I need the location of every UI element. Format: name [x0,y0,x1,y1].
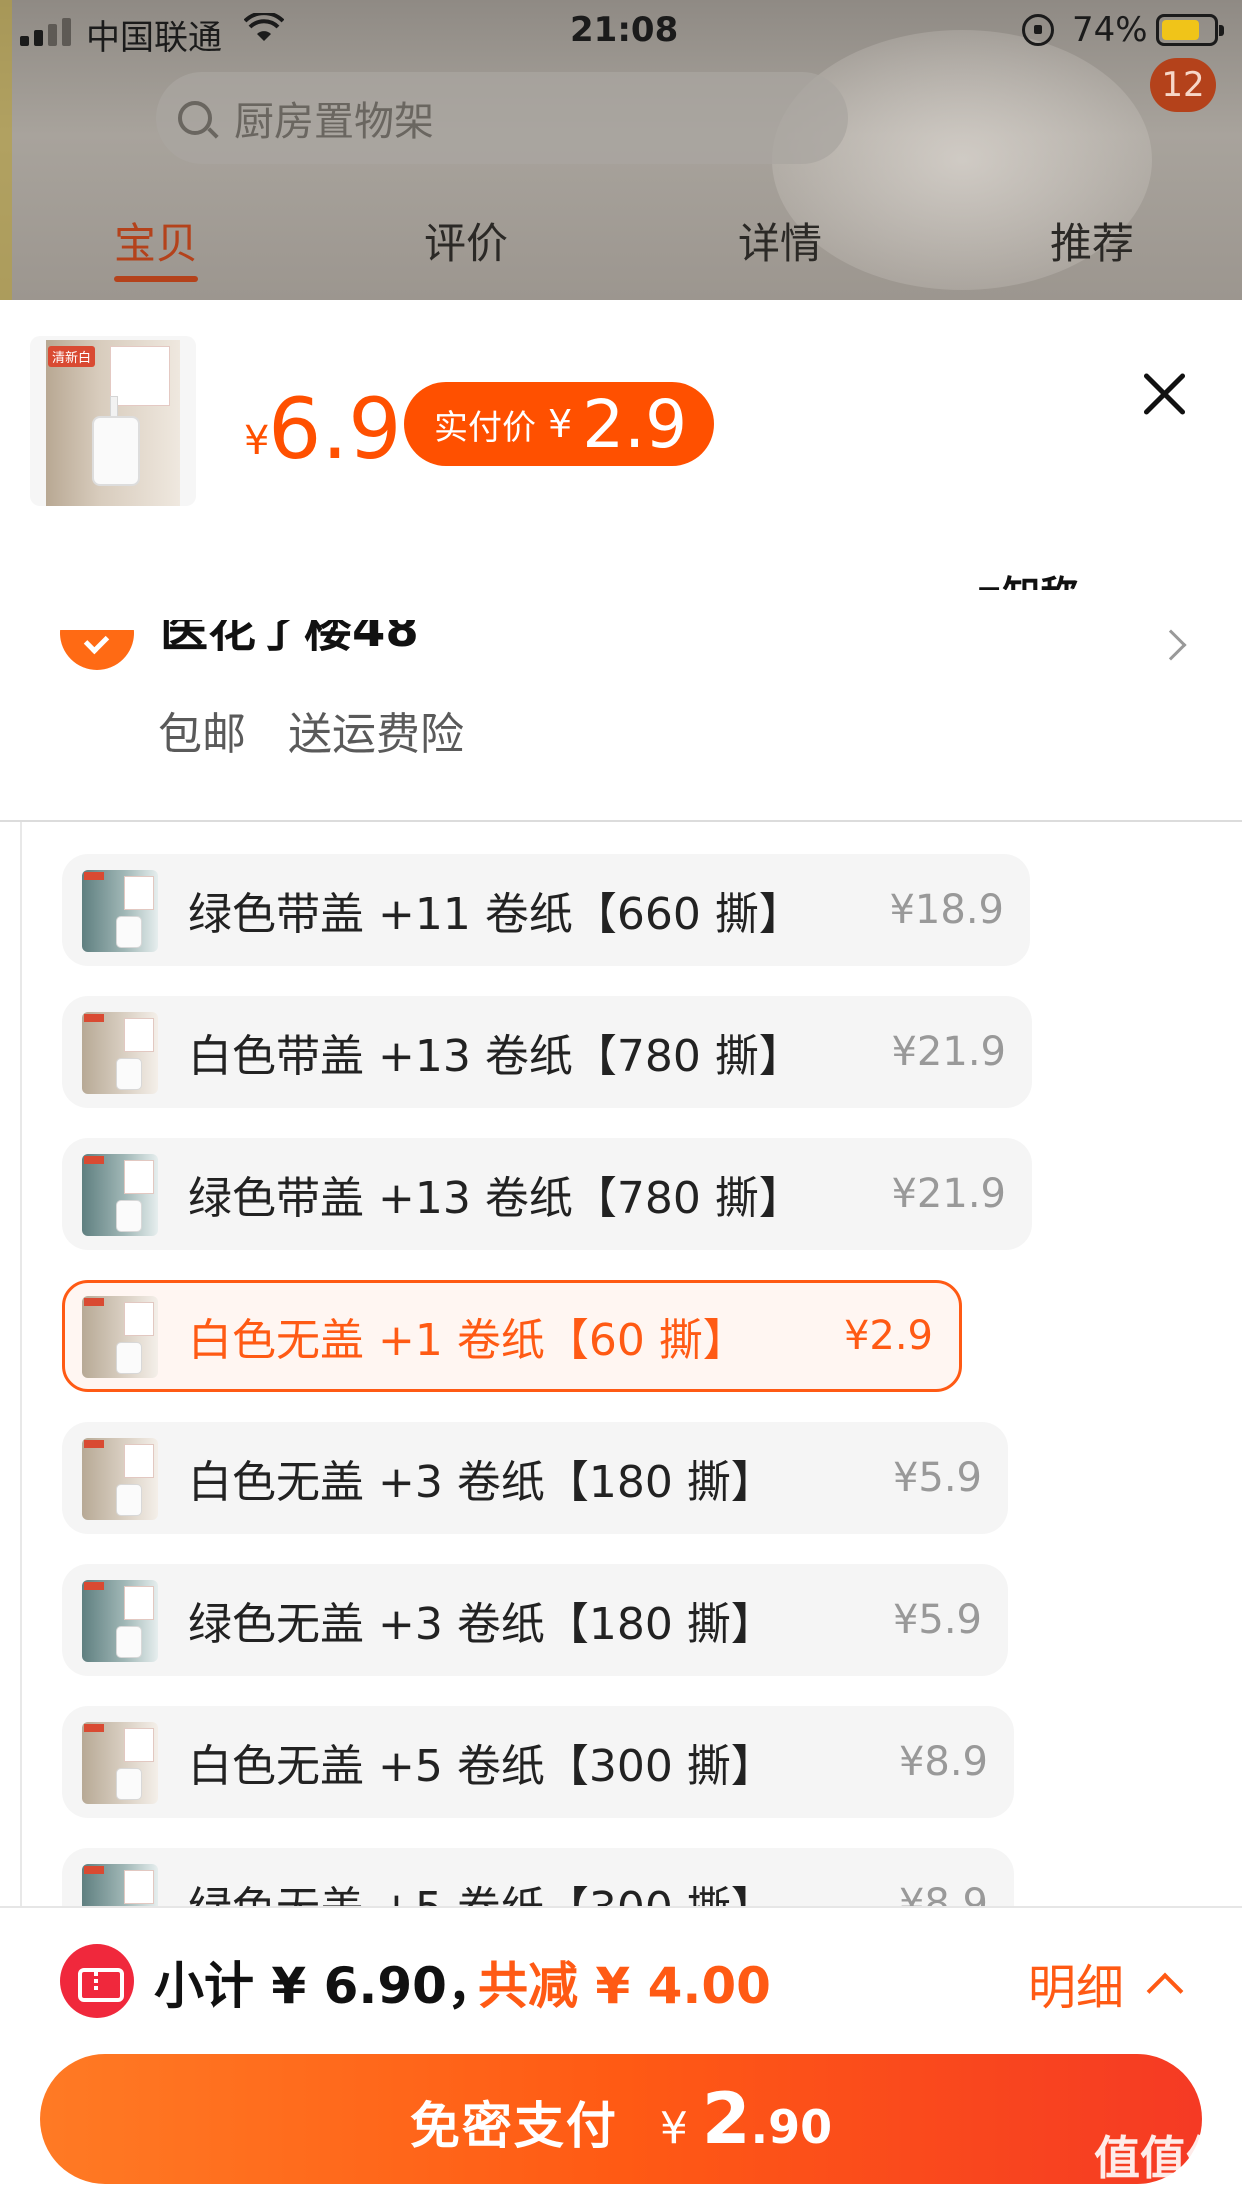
product-image-backdrop: 中国联通 21:08 74% 厨房置物架 12 宝贝 评价 详情 推荐 [0,0,1242,300]
real-price-label: 实付价 [434,407,536,448]
option-label: 绿色带盖 +11 卷纸【660 撕】 [188,889,803,940]
sku-option-selected[interactable]: 白色无盖 +1 卷纸【60 撕】 ¥2.9 [62,1280,962,1392]
location-check-icon [60,630,134,670]
product-thumbnail[interactable]: 清新白 [30,336,196,506]
real-price-value: 2.9 [582,385,688,463]
close-icon[interactable] [1140,370,1188,418]
option-thumbnail [82,1864,158,1906]
option-label: 白色带盖 +13 卷纸【780 撕】 [188,1031,803,1082]
option-label: 绿色无盖 +3 卷纸【180 撕】 [188,1599,775,1650]
option-label: 白色无盖 +3 卷纸【180 撕】 [188,1457,775,1508]
price-currency: ¥ [244,418,270,464]
signal-strength-icon [20,16,71,46]
chevron-up-icon[interactable] [1146,1972,1184,2010]
watermark-logo: 值值值 [1094,2131,1232,2185]
checkout-bar: 小计 ¥ 6.90， 共减 ¥ 4.00 明细 免密支付 ¥ 2 .90 [0,1906,1242,2208]
product-price: 6.9 [268,380,402,478]
option-thumbnail [82,1722,158,1804]
free-shipping-tag: 包邮 [158,709,246,760]
battery-icon [1156,14,1224,46]
option-price: ¥8.9 [898,1881,988,1906]
option-price: ¥5.9 [892,1597,982,1643]
cart-count-badge[interactable]: 12 [1150,58,1216,112]
battery-percent: 74% [1072,10,1148,50]
option-label: 绿色无盖 +5 卷纸【300 撕】 [188,1872,775,1906]
shipping-tags: 包邮 送运费险 [158,698,492,762]
pay-amount-integer: 2 [701,2078,751,2160]
real-price-currency: ¥ [548,402,573,446]
shipping-address-row[interactable]: 医花了楼48 包邮 送运费险 [0,620,1242,760]
sku-options-list: 绿色带盖 +11 卷纸【660 撕】 ¥18.9 白色带盖 +13 卷纸【780… [20,822,1222,1906]
option-price: ¥8.9 [898,1739,988,1785]
option-thumbnail [82,1296,158,1378]
watermark: 值值值 zhizhizhi.com [1088,2122,1238,2208]
real-price-badge: 实付价 ¥ 2.9 [404,382,714,466]
option-price: ¥5.9 [892,1455,982,1501]
option-thumbnail [82,1438,158,1520]
tab-details[interactable]: 详情 [738,210,822,271]
tab-recommend[interactable]: 推荐 [1050,210,1134,271]
option-thumbnail [82,1154,158,1236]
shipping-insurance-tag: 送运费险 [288,709,464,760]
sku-option[interactable]: 白色带盖 +13 卷纸【780 撕】 ¥21.9 [62,996,1032,1108]
chevron-right-icon [1155,629,1187,661]
sku-option[interactable]: 白色无盖 +5 卷纸【300 撕】 ¥8.9 [62,1706,1014,1818]
search-input[interactable]: 厨房置物架 [156,72,848,164]
option-price: ¥21.9 [891,1029,1006,1075]
orientation-lock-icon [1022,14,1054,46]
clock: 21:08 [570,10,679,50]
tab-reviews[interactable]: 评价 [424,210,508,271]
detail-link[interactable]: 明细 [1028,1948,1124,2018]
wifi-icon [243,11,285,52]
option-thumbnail [82,870,158,952]
status-bar: 中国联通 21:08 74% [0,0,1242,62]
clipped-heading: п知称 [976,556,1108,590]
active-tab-indicator [114,276,198,282]
option-thumbnail [82,1580,158,1662]
sku-option[interactable]: 绿色无盖 +5 卷纸【300 撕】 ¥8.9 [62,1848,1014,1906]
search-icon [178,101,212,135]
subtotal-text: 小计 ¥ 6.90， [154,1957,497,2015]
option-price: ¥2.9 [843,1313,933,1359]
coupon-icon [60,1944,134,2018]
clipped-address: 医花了楼48 [160,620,419,658]
search-placeholder: 厨房置物架 [234,99,434,145]
pay-currency: ¥ [659,2103,688,2154]
option-label: 白色无盖 +5 卷纸【300 撕】 [188,1741,775,1792]
product-tabs: 宝贝 评价 详情 推荐 [0,210,1242,290]
option-thumbnail [82,1012,158,1094]
sku-option[interactable]: 绿色带盖 +11 卷纸【660 撕】 ¥18.9 [62,854,1030,966]
option-label: 绿色带盖 +13 卷纸【780 撕】 [188,1173,803,1224]
sku-option[interactable]: 绿色带盖 +13 卷纸【780 撕】 ¥21.9 [62,1138,1032,1250]
option-price: ¥18.9 [889,887,1004,933]
tab-baobei[interactable]: 宝贝 [114,210,198,271]
option-price: ¥21.9 [891,1171,1006,1217]
sku-option[interactable]: 白色无盖 +3 卷纸【180 撕】 ¥5.9 [62,1422,1008,1534]
sku-option[interactable]: 绿色无盖 +3 卷纸【180 撕】 ¥5.9 [62,1564,1008,1676]
watermark-url: zhizhizhi.com [1102,2188,1224,2208]
pay-amount-decimal: .90 [750,2100,833,2154]
discount-text: 共减 ¥ 4.00 [478,1957,771,2015]
option-label: 白色无盖 +1 卷纸【60 撕】 [188,1315,747,1366]
carrier-name: 中国联通 [86,18,222,58]
pay-label: 免密支付 [409,2097,618,2155]
thumbnail-tag: 清新白 [48,346,96,367]
pay-button[interactable]: 免密支付 ¥ 2 .90 [40,2054,1202,2184]
